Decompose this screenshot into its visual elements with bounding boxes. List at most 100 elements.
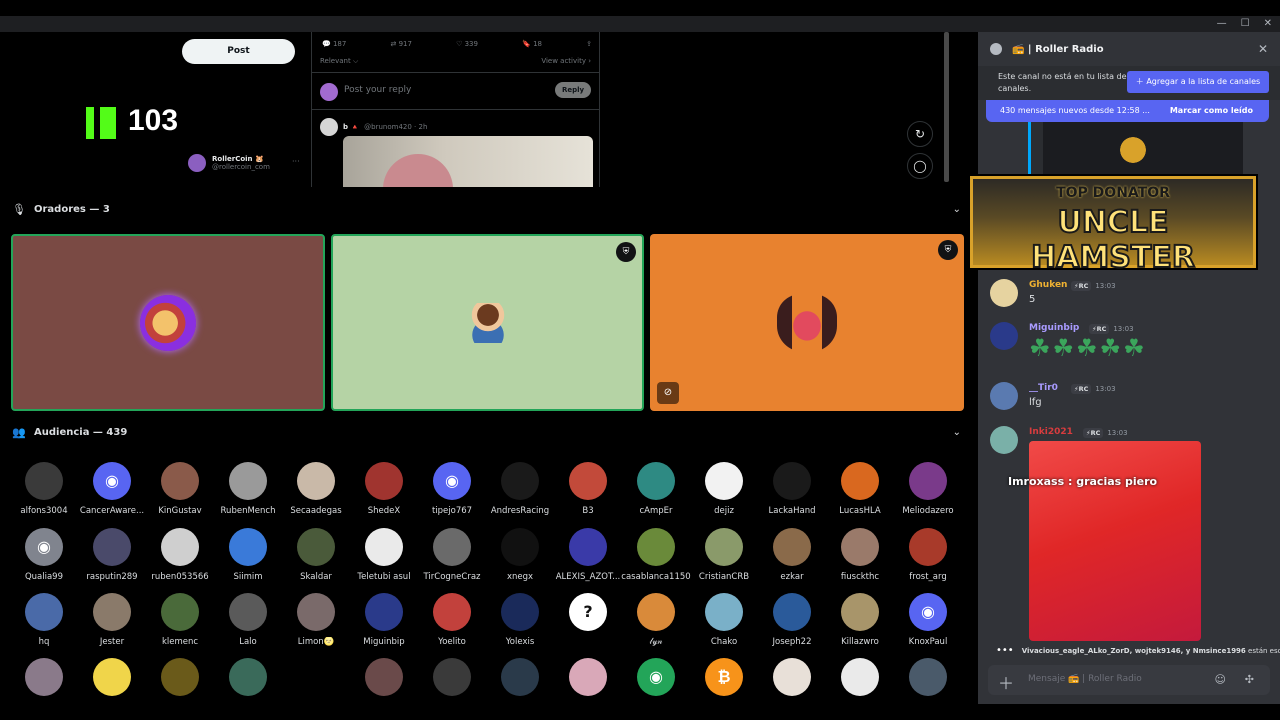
audience-member[interactable]: CristianCRB (690, 522, 758, 587)
reply-button[interactable]: Reply (555, 82, 591, 98)
audience-member[interactable]: Yoelito (418, 587, 486, 652)
audience-member[interactable]: KinGustav (146, 456, 214, 521)
audience-member[interactable]: 𝓁𝓎𝓃 (622, 587, 690, 652)
more-icon[interactable]: ··· (292, 157, 300, 166)
emoji-icon[interactable]: ☺ (1215, 673, 1226, 686)
rollercoin-author[interactable]: RollerCoin 🐹 @rollercoin_com (188, 154, 270, 172)
avatar[interactable] (990, 382, 1018, 410)
audience-member[interactable]: RubenMench (214, 456, 282, 521)
audience-member[interactable]: Limon🌝 (282, 587, 350, 652)
audience-member[interactable] (78, 652, 146, 717)
audience-member[interactable]: Teletubi asul (350, 522, 418, 587)
speakers-header[interactable]: 🎙 Oradores — 3 ⌄ (0, 194, 975, 224)
role-tag[interactable]: ⚡RC (1071, 281, 1092, 291)
message-author[interactable]: Inki2021 (1029, 427, 1073, 437)
message-author[interactable]: __Tir0 (1029, 383, 1058, 393)
audience-member[interactable] (758, 652, 826, 717)
close-icon[interactable]: ✕ (1258, 42, 1268, 56)
minimize-icon[interactable]: — (1217, 16, 1227, 32)
audience-member[interactable]: TirCogneCraz (418, 522, 486, 587)
audience-member[interactable] (10, 652, 78, 717)
audience-member[interactable] (894, 652, 962, 717)
audience-member[interactable]: frost_arg (894, 522, 962, 587)
avatar[interactable] (990, 322, 1018, 350)
reply-count[interactable]: 💬 187 (322, 40, 346, 48)
avatar[interactable] (990, 426, 1018, 454)
audience-member[interactable]: ◉ CancerAware... (78, 456, 146, 521)
audience-member[interactable] (554, 652, 622, 717)
audience-member[interactable]: B3 (554, 456, 622, 521)
audience-member[interactable]: Siimim (214, 522, 282, 587)
audience-member[interactable]: Lalo (214, 587, 282, 652)
audience-member[interactable]: Joseph22 (758, 587, 826, 652)
screen-share-stream[interactable]: Post 103 RollerCoin 🐹 @rollercoin_com ··… (0, 32, 950, 187)
video-embed[interactable] (1028, 122, 1243, 182)
audience-member[interactable]: Meliodazero (894, 456, 962, 521)
message-image[interactable] (1029, 441, 1201, 641)
audience-member[interactable]: casablanca1150 (621, 522, 691, 587)
reply-input[interactable]: Post your reply (344, 85, 411, 95)
audience-header[interactable]: 👥 Audiencia — 439 ⌄ (0, 417, 975, 447)
post-button[interactable]: Post (182, 39, 295, 64)
audience-member[interactable] (826, 652, 894, 717)
add-attachment-icon[interactable]: ＋ (998, 670, 1014, 694)
audience-member[interactable]: ? ﾠﾠﾠﾠﾠﾠﾠﾠ (554, 587, 622, 652)
role-tag[interactable]: ⚡RC (1071, 384, 1092, 394)
audience-member[interactable]: xnegx (486, 522, 554, 587)
audience-member[interactable]: Chako (690, 587, 758, 652)
speaker-tile[interactable] (11, 234, 325, 411)
retweet-count[interactable]: ⇄ 917 (390, 40, 411, 48)
add-channel-button[interactable]: ＋ Agregar a la lista de canales (1127, 71, 1269, 93)
speaker-tile[interactable]: ⛨ ⊘ (650, 234, 964, 411)
audience-member[interactable]: alfons3004 (10, 456, 78, 521)
audience-member[interactable]: Yolexis (486, 587, 554, 652)
close-window-icon[interactable]: ✕ (1264, 16, 1272, 32)
audience-member[interactable]: ALEXIS_AZOT... (554, 522, 622, 587)
audience-member[interactable]: dejiz (690, 456, 758, 521)
audience-member[interactable]: Skaldar (282, 522, 350, 587)
audience-member[interactable]: LucasHLA (826, 456, 894, 521)
new-messages-bar[interactable]: 430 mensajes nuevos desde 12:58 ... Marc… (986, 100, 1269, 122)
audience-member[interactable]: Jester (78, 587, 146, 652)
audience-member[interactable]: AndresRacing (486, 456, 554, 521)
audience-member[interactable]: ◉ tipejo767 (418, 456, 486, 521)
message-author[interactable]: Miguinbip (1029, 323, 1079, 333)
chat-bubble-icon[interactable]: ◯ (907, 153, 933, 179)
like-count[interactable]: ♡ 339 (456, 40, 478, 48)
audience-member[interactable] (282, 652, 350, 717)
audience-member[interactable] (418, 652, 486, 717)
role-tag[interactable]: ⚡RC (1083, 428, 1104, 438)
audience-member[interactable]: ◉ (622, 652, 690, 717)
apps-icon[interactable]: ✣ (1245, 673, 1254, 686)
message-author[interactable]: Ghuken (1029, 280, 1067, 290)
avatar[interactable] (990, 279, 1018, 307)
audience-member[interactable]: Secaadegas (282, 456, 350, 521)
maximize-icon[interactable]: ☐ (1241, 16, 1250, 32)
view-activity-link[interactable]: View activity › (541, 57, 591, 65)
chevron-down-icon[interactable]: ⌄ (953, 204, 961, 215)
audience-member[interactable]: ₿ (690, 652, 758, 717)
role-tag[interactable]: ⚡RC (1089, 324, 1110, 334)
audience-member[interactable] (486, 652, 554, 717)
audience-member[interactable]: LackaHand (758, 456, 826, 521)
audience-member[interactable] (146, 652, 214, 717)
audience-member[interactable]: Miguinbip (350, 587, 418, 652)
audience-member[interactable]: fiusckthc (826, 522, 894, 587)
audience-member[interactable]: ◉ KnoxPaul (894, 587, 962, 652)
scrollbar[interactable] (943, 32, 950, 187)
message-input[interactable]: Mensaje 📻 | Roller Radio (1028, 674, 1142, 684)
audience-member[interactable]: ezkar (758, 522, 826, 587)
share-icon[interactable]: ⇪ (586, 40, 592, 48)
chevron-down-icon[interactable]: ⌄ (953, 427, 961, 438)
audience-member[interactable]: rasputin289 (78, 522, 146, 587)
refresh-icon[interactable]: ↻ (907, 121, 933, 147)
audience-member[interactable]: hq (10, 587, 78, 652)
audience-member[interactable]: ruben053566 (146, 522, 214, 587)
audience-member[interactable] (350, 652, 418, 717)
mark-as-read-button[interactable]: Marcar como leído (1170, 100, 1253, 122)
audience-member[interactable]: ShedeX (350, 456, 418, 521)
video-thumbnail[interactable] (1043, 122, 1243, 180)
reply-media-image[interactable] (343, 136, 593, 187)
audience-member[interactable]: Killazwro (826, 587, 894, 652)
relevant-dropdown[interactable]: Relevant ⌵ (320, 57, 358, 66)
